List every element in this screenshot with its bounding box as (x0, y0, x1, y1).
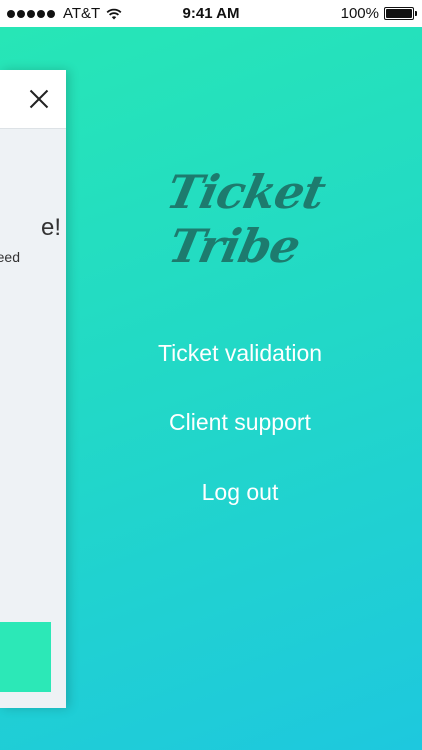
content-panel: e! eed (0, 70, 66, 708)
close-icon[interactable] (28, 88, 50, 110)
panel-peek-heading: e! (40, 214, 61, 241)
battery-percentage: 100% (340, 5, 379, 22)
status-bar: AT&T 9:41 AM 100% (0, 0, 422, 28)
app-logo: Ticket Tribe (161, 165, 330, 273)
panel-peek-subtext: eed (0, 249, 20, 265)
panel-action-button[interactable] (0, 622, 51, 692)
menu-item-ticket-validation[interactable]: Ticket validation (90, 340, 390, 367)
menu-item-client-support[interactable]: Client support (90, 409, 390, 436)
status-right: 100% (340, 5, 417, 22)
menu-item-log-out[interactable]: Log out (90, 479, 390, 506)
battery-icon (384, 7, 417, 20)
content-panel-header (0, 70, 66, 129)
